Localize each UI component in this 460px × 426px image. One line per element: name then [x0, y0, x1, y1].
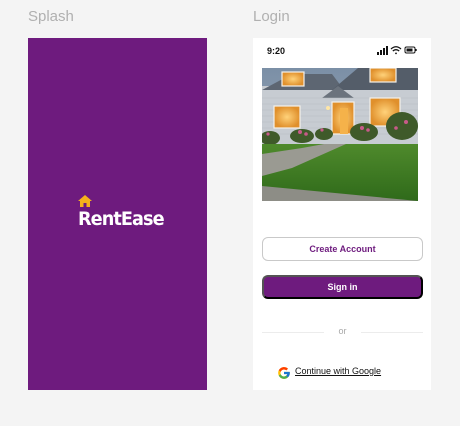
- login-screen: 9:20 Create Account Sign in or Continue …: [253, 38, 431, 390]
- signal-icon: [377, 46, 388, 55]
- sign-in-button[interactable]: Sign in: [262, 275, 423, 299]
- login-frame-label: Login: [253, 8, 290, 25]
- google-label[interactable]: Continue with Google: [295, 366, 381, 376]
- brand-name: RentEase: [78, 208, 165, 230]
- status-icons: [377, 46, 417, 55]
- google-icon: [278, 367, 290, 379]
- splash-screen: RentEase: [28, 38, 207, 390]
- divider-line: [361, 332, 423, 333]
- status-bar: 9:20: [253, 38, 431, 64]
- house-icon: [78, 195, 92, 207]
- hero-house-image: [262, 68, 418, 201]
- battery-icon: [404, 46, 417, 54]
- continue-with-google-button[interactable]: Continue with Google: [277, 365, 417, 381]
- splash-frame-label: Splash: [28, 8, 74, 25]
- create-account-button[interactable]: Create Account: [262, 237, 423, 261]
- or-text: or: [338, 326, 347, 336]
- status-time: 9:20: [267, 46, 286, 56]
- wifi-icon: [390, 46, 402, 55]
- or-divider: or: [262, 326, 423, 338]
